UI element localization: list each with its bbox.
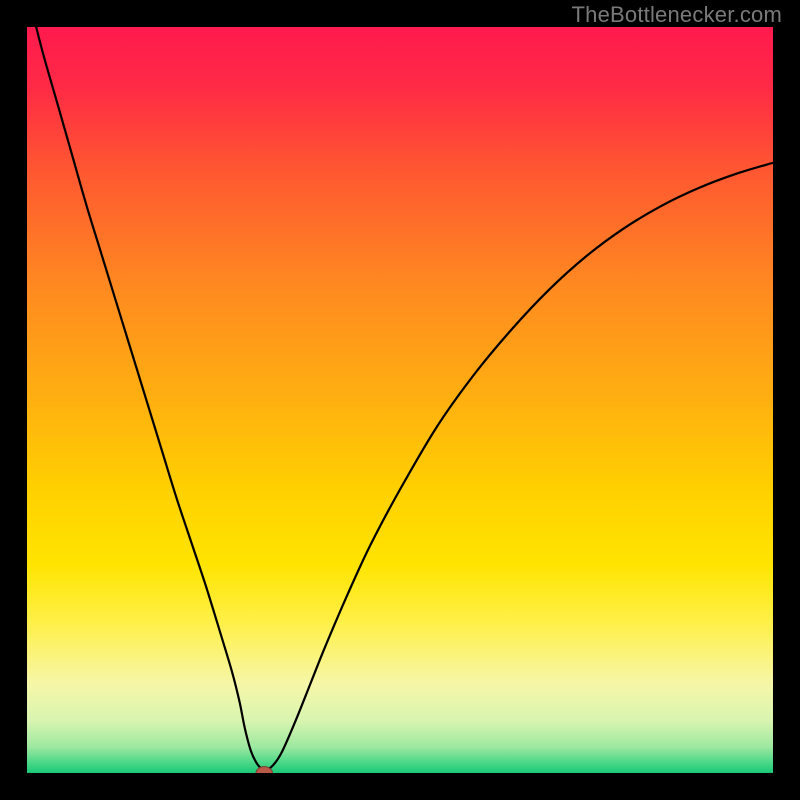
- chart-svg: [27, 27, 773, 773]
- chart-frame: TheBottlenecker.com: [0, 0, 800, 800]
- gradient-background: [27, 27, 773, 773]
- plot-area: [27, 27, 773, 773]
- watermark-text: TheBottlenecker.com: [572, 2, 782, 28]
